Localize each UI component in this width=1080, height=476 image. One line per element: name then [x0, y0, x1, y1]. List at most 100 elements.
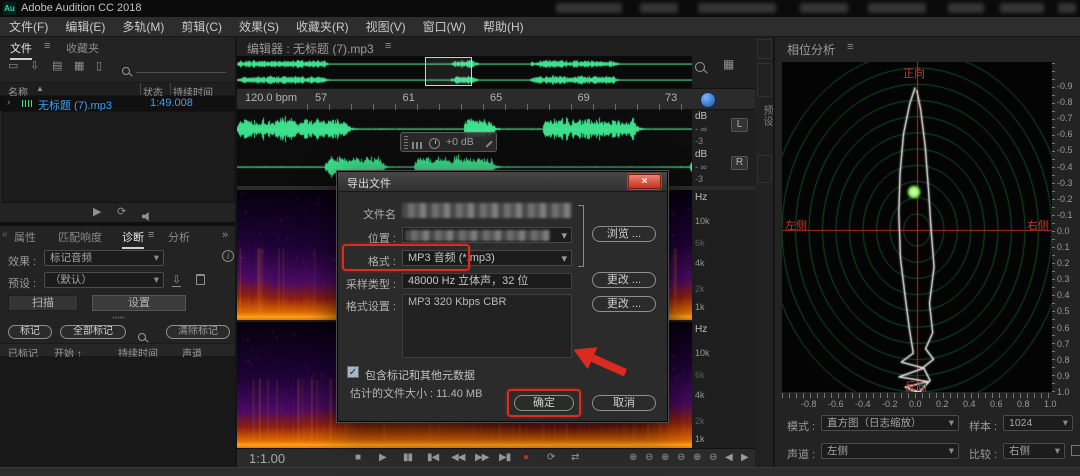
- channel-select[interactable]: 左侧 ▾: [821, 443, 959, 459]
- delete-preset-trash-icon[interactable]: [196, 274, 205, 285]
- preview-loop-button[interactable]: ⟳: [117, 205, 126, 218]
- tab-diagnostics[interactable]: 诊断: [122, 229, 144, 249]
- zoom-navigate-icon[interactable]: [695, 59, 705, 77]
- search-input[interactable]: [136, 61, 226, 73]
- new-container-icon[interactable]: ▤: [52, 59, 62, 72]
- strip-grip[interactable]: [757, 39, 772, 59]
- location-select[interactable]: ▾: [402, 227, 572, 243]
- import-file-icon[interactable]: ⇩: [30, 59, 39, 72]
- collapse-icon[interactable]: «: [2, 229, 8, 240]
- preset-select[interactable]: （默认） ▾: [44, 272, 164, 288]
- zoom-reset-button[interactable]: ⊖: [709, 452, 717, 463]
- ok-button[interactable]: 确定: [514, 395, 574, 411]
- samples-select[interactable]: 1024 ▾: [1003, 415, 1073, 431]
- zoom-in-time-button[interactable]: ⊕: [629, 452, 637, 463]
- timeline-ruler[interactable]: 120.0 bpm 5761656973: [237, 88, 755, 110]
- format-select[interactable]: MP3 音频 (*.mp3) ▾: [402, 250, 572, 266]
- overflow-icon[interactable]: »: [222, 229, 228, 241]
- record-button[interactable]: ●: [523, 452, 528, 463]
- compare-select[interactable]: 右侧 ▾: [1003, 443, 1065, 459]
- marker-button[interactable]: 标记: [8, 325, 52, 339]
- hud-pin-icon[interactable]: [481, 136, 492, 147]
- layout-grid-icon[interactable]: ▦: [723, 57, 734, 71]
- expander-icon[interactable]: ›: [7, 97, 10, 108]
- tab-analysis[interactable]: 分析: [168, 229, 190, 245]
- tab-properties[interactable]: 属性: [14, 229, 36, 245]
- cancel-button[interactable]: 取消: [592, 395, 656, 411]
- skip-selection-button[interactable]: ⇄: [571, 452, 578, 463]
- menu-clip[interactable]: 剪辑(C): [181, 18, 222, 35]
- panel-grip[interactable]: •••••: [0, 315, 237, 322]
- panel-splitter[interactable]: [0, 222, 237, 226]
- change-sample-type-button[interactable]: 更改 ...: [592, 272, 656, 288]
- loop-playback-button[interactable]: ⟳: [547, 452, 554, 463]
- skip-to-start-button[interactable]: ▮◀: [427, 452, 438, 463]
- settings-button[interactable]: 设置: [92, 295, 186, 311]
- change-format-settings-button[interactable]: 更改 ...: [592, 296, 656, 312]
- left-channel-button[interactable]: L: [731, 118, 748, 132]
- panel-menu-icon[interactable]: ≡: [385, 40, 391, 52]
- trash-icon[interactable]: ▯: [96, 59, 102, 72]
- loop-marker-icon[interactable]: [700, 92, 716, 108]
- strip-panel-button[interactable]: [757, 63, 772, 97]
- panel-menu-icon[interactable]: ≡: [44, 40, 50, 52]
- editor-title: 编辑器 : 无标题 (7).mp3: [247, 40, 374, 57]
- hud-grip-icon[interactable]: [404, 136, 408, 149]
- zoom-to-selection-button[interactable]: ⊕: [693, 452, 701, 463]
- play-button[interactable]: ▶: [379, 452, 386, 463]
- include-markers-checkbox[interactable]: ✓: [347, 366, 359, 378]
- menu-edit[interactable]: 编辑(E): [65, 18, 105, 35]
- menu-file[interactable]: 文件(F): [9, 18, 48, 35]
- browse-button[interactable]: 浏览 ...: [592, 226, 656, 242]
- stop-button[interactable]: ■: [355, 452, 360, 463]
- media-browser-icon[interactable]: ▦: [74, 59, 84, 72]
- panel-menu-icon[interactable]: ≡: [148, 229, 154, 241]
- db-scale-right: dB- ∞-3: [695, 149, 731, 185]
- effect-select[interactable]: 标记音频 ▾: [44, 250, 164, 266]
- file-row[interactable]: › 无标题 (7).mp3 1:49.008: [0, 96, 237, 111]
- phase-y--0.9: -0.9: [1057, 81, 1079, 91]
- rewind-button[interactable]: ◀◀: [451, 452, 464, 463]
- preview-play-button[interactable]: ▶: [93, 205, 101, 218]
- zoom-out-time-button[interactable]: ⊖: [645, 452, 653, 463]
- zoom-left-edge-button[interactable]: ◀: [725, 452, 733, 463]
- normalize-checkbox[interactable]: [1071, 445, 1080, 456]
- mode-select[interactable]: 直方图（日志缩放） ▾: [821, 415, 959, 431]
- strip-panel-button[interactable]: [757, 155, 772, 183]
- overview-selection[interactable]: [425, 57, 472, 86]
- close-button[interactable]: ×: [628, 174, 661, 189]
- save-preset-icon[interactable]: ⇩: [172, 273, 181, 287]
- scan-button[interactable]: 扫描: [8, 295, 78, 311]
- menu-effects[interactable]: 效果(S): [239, 18, 279, 35]
- zoom-out-amplitude-button[interactable]: ⊖: [677, 452, 685, 463]
- menu-view[interactable]: 视图(V): [366, 18, 406, 35]
- phase-y-0.0: 0.0: [1057, 226, 1079, 236]
- phase-y-0.2: 0.2: [1057, 258, 1079, 268]
- menu-help[interactable]: 帮助(H): [483, 18, 524, 35]
- tab-files[interactable]: 文件: [10, 40, 32, 60]
- menu-multitrack[interactable]: 多轨(M): [122, 18, 164, 35]
- gain-knob[interactable]: [429, 138, 440, 149]
- dropdown-icon: ▾: [1063, 416, 1068, 430]
- right-channel-button[interactable]: R: [731, 156, 748, 170]
- tab-favorites[interactable]: 收藏夹: [66, 40, 99, 56]
- mark-all-button[interactable]: 全部标记: [60, 325, 126, 339]
- dialog-titlebar[interactable]: 导出文件 ×: [338, 172, 667, 192]
- zoom-right-edge-button[interactable]: ▶: [741, 452, 749, 463]
- pause-button[interactable]: ▮▮: [403, 452, 412, 463]
- menu-window[interactable]: 窗口(W): [423, 18, 466, 35]
- fast-forward-button[interactable]: ▶▶: [475, 452, 488, 463]
- filename-input-redacted[interactable]: [402, 203, 572, 218]
- gain-hud[interactable]: +0 dB: [400, 132, 497, 152]
- menu-favorites[interactable]: 收藏夹(R): [296, 18, 349, 35]
- tab-match-loudness[interactable]: 匹配响度: [58, 229, 102, 245]
- collapsed-preset-label[interactable]: 预设: [759, 105, 774, 127]
- format-label: 格式 :: [340, 253, 396, 269]
- search-icon[interactable]: [122, 62, 130, 80]
- open-file-icon[interactable]: ▭: [8, 59, 18, 72]
- clear-marks-button[interactable]: 清除标记: [166, 325, 230, 339]
- info-icon[interactable]: i: [222, 250, 234, 262]
- zoom-in-amplitude-button[interactable]: ⊕: [661, 452, 669, 463]
- skip-to-end-button[interactable]: ▶▮: [499, 452, 510, 463]
- panel-menu-icon[interactable]: ≡: [847, 41, 853, 53]
